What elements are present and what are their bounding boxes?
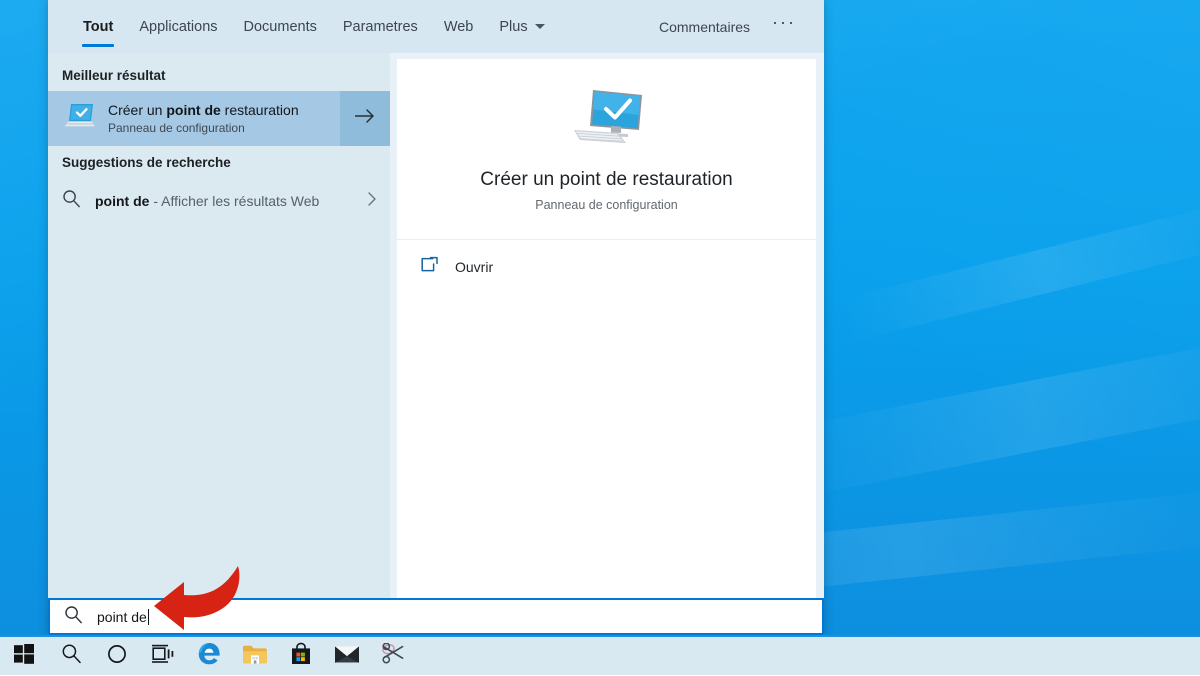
search-input-text[interactable]: point de bbox=[97, 608, 149, 625]
scissors-icon bbox=[381, 642, 405, 670]
search-button[interactable] bbox=[48, 636, 94, 676]
best-match-result-row[interactable]: Créer un point de restauration Panneau d… bbox=[48, 91, 390, 146]
tab-applications[interactable]: Applications bbox=[126, 0, 230, 53]
preview-action-label: Ouvrir bbox=[455, 259, 494, 275]
search-input-value: point de bbox=[97, 608, 147, 625]
feedback-button[interactable]: Commentaires bbox=[647, 0, 762, 53]
chevron-down-icon bbox=[534, 24, 545, 29]
store-bag-icon bbox=[290, 642, 312, 670]
tab-plus-dropdown[interactable]: Plus bbox=[486, 0, 557, 53]
search-suggestion-row[interactable]: point de - Afficher les résultats Web bbox=[48, 178, 390, 224]
tab-web[interactable]: Web bbox=[431, 0, 487, 53]
start-button[interactable] bbox=[0, 636, 48, 676]
search-results-column: Meilleur résultat Créer un point de rest… bbox=[48, 53, 390, 637]
overflow-menu-button[interactable]: ··· bbox=[762, 0, 806, 53]
best-match-heading: Meilleur résultat bbox=[62, 68, 166, 83]
search-icon bbox=[62, 189, 81, 213]
suggestion-text: point de - Afficher les résultats Web bbox=[95, 193, 364, 209]
best-match-expand-button[interactable] bbox=[340, 91, 390, 146]
ellipsis-icon: ··· bbox=[772, 12, 796, 32]
mail-envelope-icon bbox=[334, 644, 360, 669]
best-match-subtitle: Panneau de configuration bbox=[108, 120, 245, 135]
tab-label: Parametres bbox=[342, 18, 418, 35]
search-preview-column: Créer un point de restauration Panneau d… bbox=[390, 53, 824, 637]
search-icon bbox=[61, 643, 82, 669]
tab-documents[interactable]: Documents bbox=[231, 0, 330, 53]
taskbar bbox=[0, 635, 1200, 675]
search-tab-bar: Tout Applications Documents Parametres W… bbox=[48, 0, 824, 53]
tab-label: Documents bbox=[243, 18, 317, 35]
folder-icon bbox=[242, 643, 268, 670]
active-tab-indicator bbox=[82, 44, 115, 47]
chevron-right-icon[interactable] bbox=[364, 190, 380, 213]
best-match-title-highlight: point de bbox=[166, 101, 221, 118]
suggestion-query: point de bbox=[95, 193, 150, 209]
cortana-button[interactable] bbox=[94, 636, 140, 676]
tab-label: Web bbox=[443, 18, 474, 35]
suggestion-description: - Afficher les résultats Web bbox=[149, 193, 320, 209]
tab-label: Applications bbox=[139, 18, 218, 35]
preview-card: Créer un point de restauration Panneau d… bbox=[397, 59, 816, 634]
preview-title: Créer un point de restauration bbox=[480, 169, 733, 190]
snipping-tool-button[interactable] bbox=[370, 636, 416, 676]
best-match-title: Créer un point de restauration bbox=[108, 102, 299, 119]
wallpaper-light-streak bbox=[834, 199, 1200, 344]
tab-parametres[interactable]: Parametres bbox=[330, 0, 431, 53]
tab-label: Tout bbox=[83, 18, 114, 35]
cortana-circle-icon bbox=[107, 644, 127, 669]
feedback-label: Commentaires bbox=[658, 18, 751, 35]
search-panel-body: Meilleur résultat Créer un point de rest… bbox=[48, 53, 824, 637]
task-view-icon bbox=[151, 644, 175, 669]
arrow-right-icon bbox=[354, 108, 376, 129]
edge-button[interactable] bbox=[186, 636, 232, 676]
best-match-text-block: Créer un point de restauration Panneau d… bbox=[108, 102, 299, 136]
search-input-bar[interactable]: point de bbox=[48, 598, 824, 635]
open-external-icon bbox=[419, 256, 439, 279]
tab-label: Plus bbox=[499, 18, 528, 35]
preview-hero: Créer un point de restauration Panneau d… bbox=[397, 59, 816, 240]
file-explorer-button[interactable] bbox=[232, 636, 278, 676]
restore-point-computer-icon bbox=[566, 86, 648, 155]
edge-browser-icon bbox=[197, 641, 222, 671]
wallpaper-light-streak bbox=[773, 331, 1200, 500]
search-icon bbox=[64, 605, 83, 629]
restore-point-computer-icon bbox=[62, 101, 96, 136]
best-match-title-prefix: Créer un bbox=[108, 101, 167, 118]
tab-tout[interactable]: Tout bbox=[70, 0, 126, 53]
best-match-main[interactable]: Créer un point de restauration Panneau d… bbox=[48, 91, 340, 146]
suggestions-heading: Suggestions de recherche bbox=[62, 155, 231, 170]
preview-action-open[interactable]: Ouvrir bbox=[397, 240, 816, 294]
search-flyout-panel: Tout Applications Documents Parametres W… bbox=[48, 0, 824, 637]
windows-logo-icon bbox=[14, 643, 34, 669]
task-view-button[interactable] bbox=[140, 636, 186, 676]
best-match-title-suffix: restauration bbox=[220, 101, 299, 118]
text-cursor bbox=[147, 608, 149, 625]
preview-subtitle: Panneau de configuration bbox=[535, 198, 678, 212]
mail-button[interactable] bbox=[324, 636, 370, 676]
microsoft-store-button[interactable] bbox=[278, 636, 324, 676]
